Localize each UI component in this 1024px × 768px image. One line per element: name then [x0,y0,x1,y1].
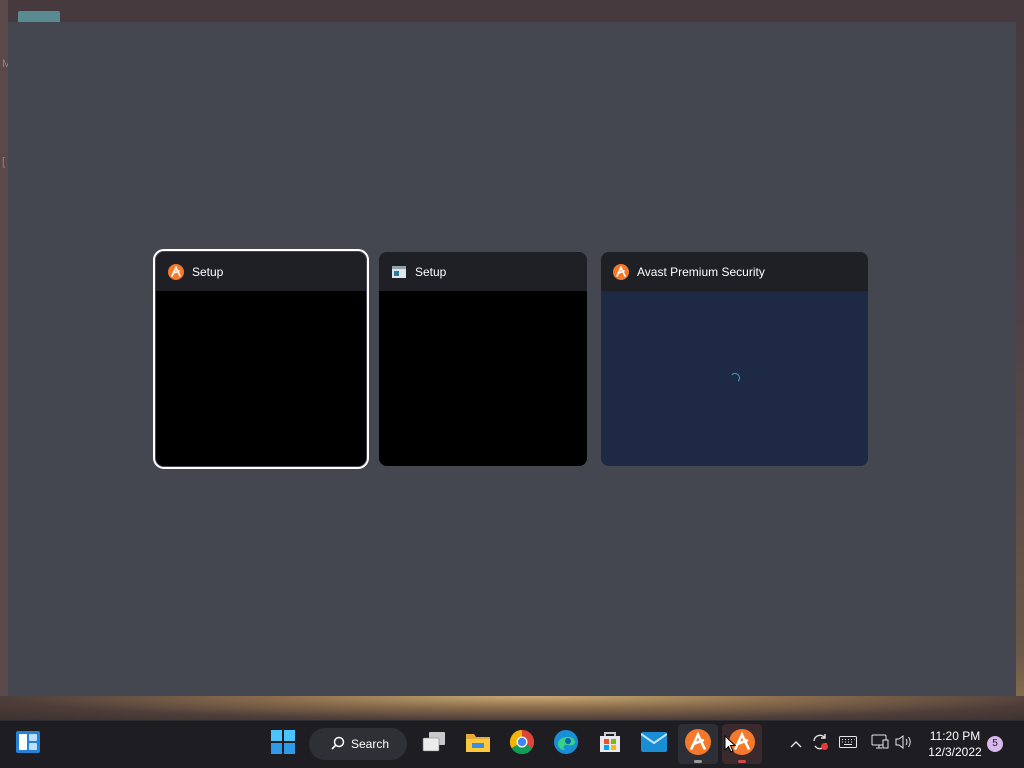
window-title: Setup [415,264,447,279]
clock-date: 12/3/2022 [928,745,982,759]
network-icon [871,734,889,755]
task-switcher-window-avast[interactable]: Avast Premium Security [601,252,868,466]
desktop-text-fragment: [ [2,156,6,168]
search-label: Search [351,737,390,751]
network-tray-button[interactable] [870,734,890,754]
taskbar-search-button[interactable]: Search [309,728,407,760]
clock-time: 11:20 PM [929,729,981,743]
task-view-button[interactable] [414,724,454,764]
store-button[interactable] [590,724,630,764]
taskbar-clock[interactable]: 11:20 PM 12/3/2022 [920,728,990,760]
search-icon [331,736,345,753]
desktop-edge [0,0,8,720]
task-switcher-window-setup-2[interactable]: Setup [379,252,587,466]
avast-icon [168,263,184,280]
window-title: Setup [192,264,224,279]
sync-tray-button[interactable] [810,733,830,756]
loading-spinner-icon [730,373,740,383]
desktop-wallpaper-glow [0,696,1024,720]
window-preview [156,291,366,466]
volume-tray-button[interactable] [894,734,914,754]
keyboard-tray-button[interactable] [838,734,858,754]
mouse-cursor-icon [724,734,737,758]
show-hidden-icons-button[interactable] [786,734,806,754]
widgets-button[interactable] [8,724,48,764]
window-title-bar: Setup [156,252,366,291]
window-title-bar: Avast Premium Security [601,252,868,291]
avast-icon [685,728,711,760]
widgets-icon [16,730,40,758]
avast-icon [613,263,629,280]
window-title: Avast Premium Security [637,264,765,279]
window-preview [601,291,868,466]
running-indicator [738,760,746,763]
start-button[interactable] [263,724,303,764]
store-icon [598,730,622,759]
file-explorer-button[interactable] [458,724,498,764]
volume-icon [895,734,913,755]
keyboard-icon [839,735,857,753]
start-icon [271,729,295,759]
window-preview [379,291,587,466]
notification-badge[interactable]: 5 [987,736,1003,752]
task-view-icon [422,731,446,758]
file-explorer-icon [465,731,491,758]
mail-icon [640,731,668,757]
edge-button[interactable] [546,724,586,764]
chrome-icon [509,729,535,759]
window-title-bar: Setup [379,252,587,291]
edge-icon [554,729,578,759]
mail-button[interactable] [634,724,674,764]
setup-window-icon [391,264,407,280]
running-indicator [694,760,702,763]
chrome-button[interactable] [502,724,542,764]
avast-taskbar-button-1[interactable] [678,724,718,764]
chevron-up-icon [790,735,802,753]
task-switcher-window-setup-1[interactable]: Setup [153,249,369,469]
sync-icon [811,733,829,756]
